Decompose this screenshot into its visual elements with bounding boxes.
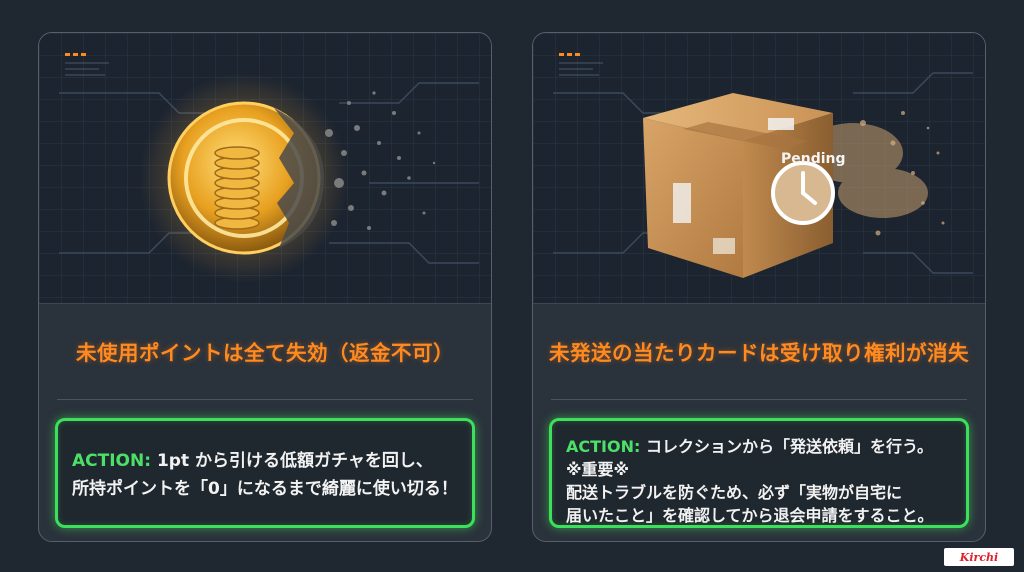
right-illustration: Pending [533,33,985,304]
left-action-box: ACTION: 1pt から引ける低額ガチャを回し、 所持ポイントを「0」になる… [55,418,475,528]
right-card: Pending 未発送の当たりカードは受け取り権利が消失 ACTION: コレク… [532,32,986,542]
action-text: コレクションから「発送依頼」を行う。 [645,437,934,456]
left-card: 未使用ポイントは全て失効（返金不可） ACTION: 1pt から引ける低額ガチ… [38,32,492,542]
right-caption: 未発送の当たりカードは受け取り権利が消失 [549,341,969,365]
left-caption: 未使用ポイントは全て失効（返金不可） [76,341,454,365]
action-label: ACTION: [566,437,641,456]
divider [551,399,967,400]
divider [57,399,473,400]
box-pending-label: Pending [781,151,846,167]
right-action-line-1: ACTION: コレクションから「発送依頼」を行う。 [566,435,958,458]
note-heading: ※重要※ [566,460,630,479]
left-action-line-1: ACTION: 1pt から引ける低額ガチャを回し、 [72,447,462,475]
note-line-1: 配送トラブルを防ぐため、必ず「実物が自宅に [566,483,903,502]
left-illustration [39,33,491,304]
action-label: ACTION: [72,451,152,471]
action-text: 1pt から引ける低額ガチャを回し、 [156,451,433,471]
brand-logo-text: Kirchi [959,550,999,564]
note-line-2: 届いたこと」を確認してから退会申請をすること。 [566,506,934,525]
right-action-box: ACTION: コレクションから「発送依頼」を行う。 ※重要※ 配送トラブルを防… [549,418,969,528]
brand-logo: Kirchi [944,548,1014,566]
left-action-line-2: 所持ポイントを「0」になるまで綺麗に使い切る！ [72,479,458,499]
